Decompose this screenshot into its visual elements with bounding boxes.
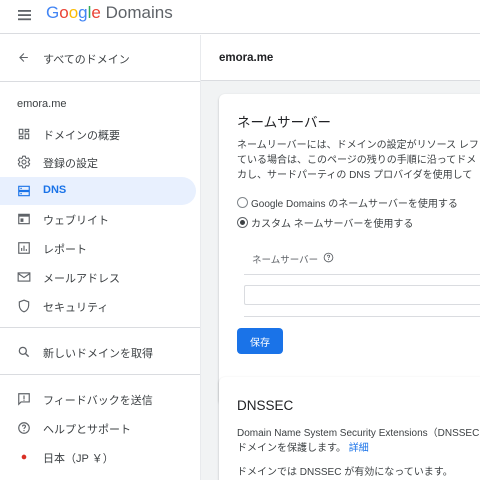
- web-icon: [18, 213, 30, 225]
- sidebar-item-label: ヘルプとサポート: [43, 424, 131, 436]
- back-to-all-domains[interactable]: すべてのドメイン: [0, 45, 200, 71]
- logo-letter: o: [68, 3, 79, 22]
- mail-icon: [17, 272, 31, 282]
- dnssec-status: ドメインでは DNSSEC が有効になっています。: [237, 467, 453, 478]
- sidebar-item-label: ウェブリイト: [43, 215, 109, 227]
- search-icon: [18, 346, 30, 358]
- logo-letter: g: [78, 3, 88, 22]
- nameserver-desc-line: カし、サードパーティの DNS プロバイダを使用して: [237, 170, 473, 181]
- sidebar-item-label: メールアドレス: [43, 273, 120, 285]
- sidebar-item-dns[interactable]: DNS: [0, 177, 196, 205]
- help-icon[interactable]: [323, 252, 334, 263]
- logo-letter: G: [46, 3, 60, 22]
- radio-button-checked[interactable]: [237, 217, 248, 228]
- logo-google-wordmark: Google: [46, 3, 106, 22]
- dnssec-card: DNSSEC Domain Name System Security Exten…: [219, 377, 480, 480]
- divider: [244, 274, 480, 275]
- gear-icon: [17, 155, 31, 169]
- sidebar-item-label: 登録の設定: [43, 158, 98, 170]
- logo-domains-text: Domains: [105, 3, 173, 22]
- nameserver-input[interactable]: [244, 285, 480, 305]
- dnssec-desc-text: ドメインを保護します。: [237, 443, 346, 454]
- nameserver-title: ネームサーバー: [237, 115, 331, 130]
- sidebar-domain-name: emora.me: [17, 98, 67, 110]
- divider: [0, 81, 200, 82]
- dnssec-desc-line: Domain Name System Security Extensions（D…: [237, 428, 480, 439]
- logo-letter: o: [59, 3, 69, 22]
- radio-label: Google Domains のネームサーバーを使用する: [251, 199, 458, 210]
- arrow-back-icon: [19, 53, 28, 62]
- sidebar-item-overview[interactable]: ドメインの概要: [0, 120, 196, 148]
- report-icon: [18, 242, 30, 254]
- sidebar-item-reports[interactable]: レポート: [0, 234, 196, 262]
- dnssec-desc-line: ドメインを保護します。 詳細: [237, 441, 369, 457]
- top-app-bar: Google Domains: [0, 0, 480, 34]
- page-title: emora.me: [219, 52, 274, 64]
- logo-letter: e: [91, 3, 101, 22]
- divider: [0, 327, 200, 328]
- nameserver-field-label: ネームサーバー: [252, 255, 319, 266]
- sidebar-item-label: セキュリティ: [43, 302, 109, 314]
- save-button[interactable]: 保存: [237, 328, 283, 354]
- shield-icon: [18, 299, 30, 313]
- radio-label: カスタム ネームサーバーを使用する: [251, 219, 414, 230]
- dnssec-title: DNSSEC: [237, 398, 294, 413]
- nameserver-desc-line: ている場合は、このページの残りの手順に沿ってドメ: [237, 155, 477, 166]
- sidebar-item-label: フィードバックを送信: [43, 395, 153, 407]
- get-new-domain-link[interactable]: 新しいドメインを取得: [0, 338, 196, 366]
- radio-google-nameservers[interactable]: Google Domains のネームサーバーを使用する: [237, 195, 458, 210]
- sidebar-item-feedback[interactable]: フィードバックを送信: [0, 385, 196, 413]
- sidebar-item-registration-settings[interactable]: 登録の設定: [0, 148, 196, 176]
- nameserver-card: ネームサーバー ネームリーバーには、ドメインの設定がリソース レフ ている場合は…: [219, 94, 480, 405]
- sidebar-item-website[interactable]: ウェブリイト: [0, 205, 196, 233]
- sidebar-item-security[interactable]: セキュリティ: [0, 292, 196, 320]
- google-domains-logo[interactable]: Google Domains: [46, 3, 173, 23]
- sidebar-item-label: 日本（JP ￥）: [43, 453, 114, 465]
- nameserver-desc-line: ネームリーバーには、ドメインの設定がリソース レフ: [237, 140, 479, 151]
- feedback-icon: [18, 393, 30, 406]
- radio-button[interactable]: [237, 197, 248, 208]
- divider: [244, 316, 480, 317]
- help-icon: [18, 422, 30, 434]
- main-content: emora.me ネームサーバー ネームリーバーには、ドメインの設定がリソース …: [200, 35, 480, 480]
- learn-more-link[interactable]: 詳細: [349, 443, 369, 454]
- divider: [0, 374, 200, 375]
- sidebar-item-email[interactable]: メールアドレス: [0, 263, 196, 291]
- sidebar-item-label: レポート: [43, 244, 87, 256]
- dashboard-icon: [18, 128, 30, 140]
- sidebar-item-country[interactable]: 日本（JP ￥）: [0, 443, 196, 471]
- menu-icon[interactable]: [15, 5, 35, 25]
- dns-icon: [18, 185, 30, 197]
- sidebar-item-label: DNS: [43, 184, 67, 196]
- sidebar: すべてのドメイン emora.me ドメインの概要 登録の設定 DNS ウェブリ…: [0, 35, 200, 480]
- sidebar-item-label: ドメインの概要: [43, 130, 120, 142]
- radio-custom-nameservers[interactable]: カスタム ネームサーバーを使用する: [237, 215, 413, 230]
- japan-flag-icon: [21, 454, 27, 460]
- main-header: emora.me: [201, 35, 480, 81]
- back-label: すべてのドメイン: [43, 54, 130, 66]
- get-new-domain-label: 新しいドメインを取得: [43, 348, 153, 360]
- sidebar-item-help[interactable]: ヘルプとサポート: [0, 414, 196, 442]
